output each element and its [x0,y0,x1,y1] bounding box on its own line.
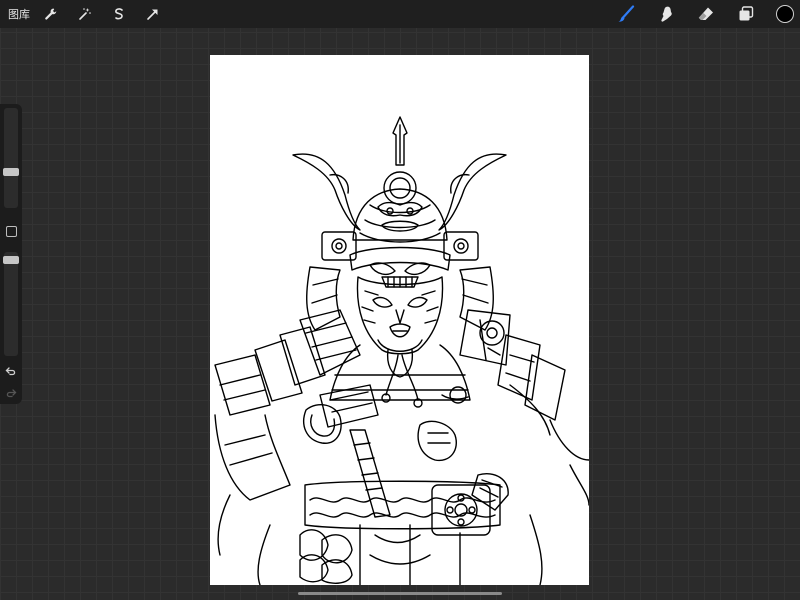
right-tool-group [598,0,794,28]
opacity-thumb[interactable] [3,256,19,264]
brush-tool-button[interactable] [614,2,638,26]
left-sidebar [0,104,22,404]
wrench-icon [45,8,57,20]
gallery-button[interactable]: 图库 [8,6,30,22]
brush-size-thumb[interactable] [3,168,19,176]
smudge-icon [661,6,672,22]
undo-icon [5,367,16,376]
eraser-icon [698,7,713,20]
layers-button[interactable] [734,2,758,26]
selection-icon [115,8,123,20]
home-indicator [298,592,502,595]
procreate-app: 图库 [0,0,800,600]
magic-wand-icon [79,8,91,20]
color-picker-button[interactable] [776,5,794,23]
smudge-tool-button[interactable] [654,2,678,26]
transform-arrow-icon [147,9,158,20]
undo-button[interactable] [4,364,18,378]
brush-size-slider[interactable] [3,108,19,208]
adjustments-button[interactable] [74,3,96,25]
redo-icon [6,389,17,398]
opacity-slider[interactable] [3,252,19,356]
modify-button[interactable] [6,226,17,237]
redo-button[interactable] [4,386,18,400]
eraser-tool-button[interactable] [694,2,718,26]
layers-icon [739,6,754,21]
samurai-lineart-illustration [214,116,589,585]
top-toolbar: 图库 [0,0,800,28]
brush-icon [618,5,635,22]
drawing-canvas[interactable] [210,55,589,585]
selection-button[interactable] [108,3,130,25]
actions-button[interactable] [40,3,62,25]
transform-button[interactable] [142,3,164,25]
